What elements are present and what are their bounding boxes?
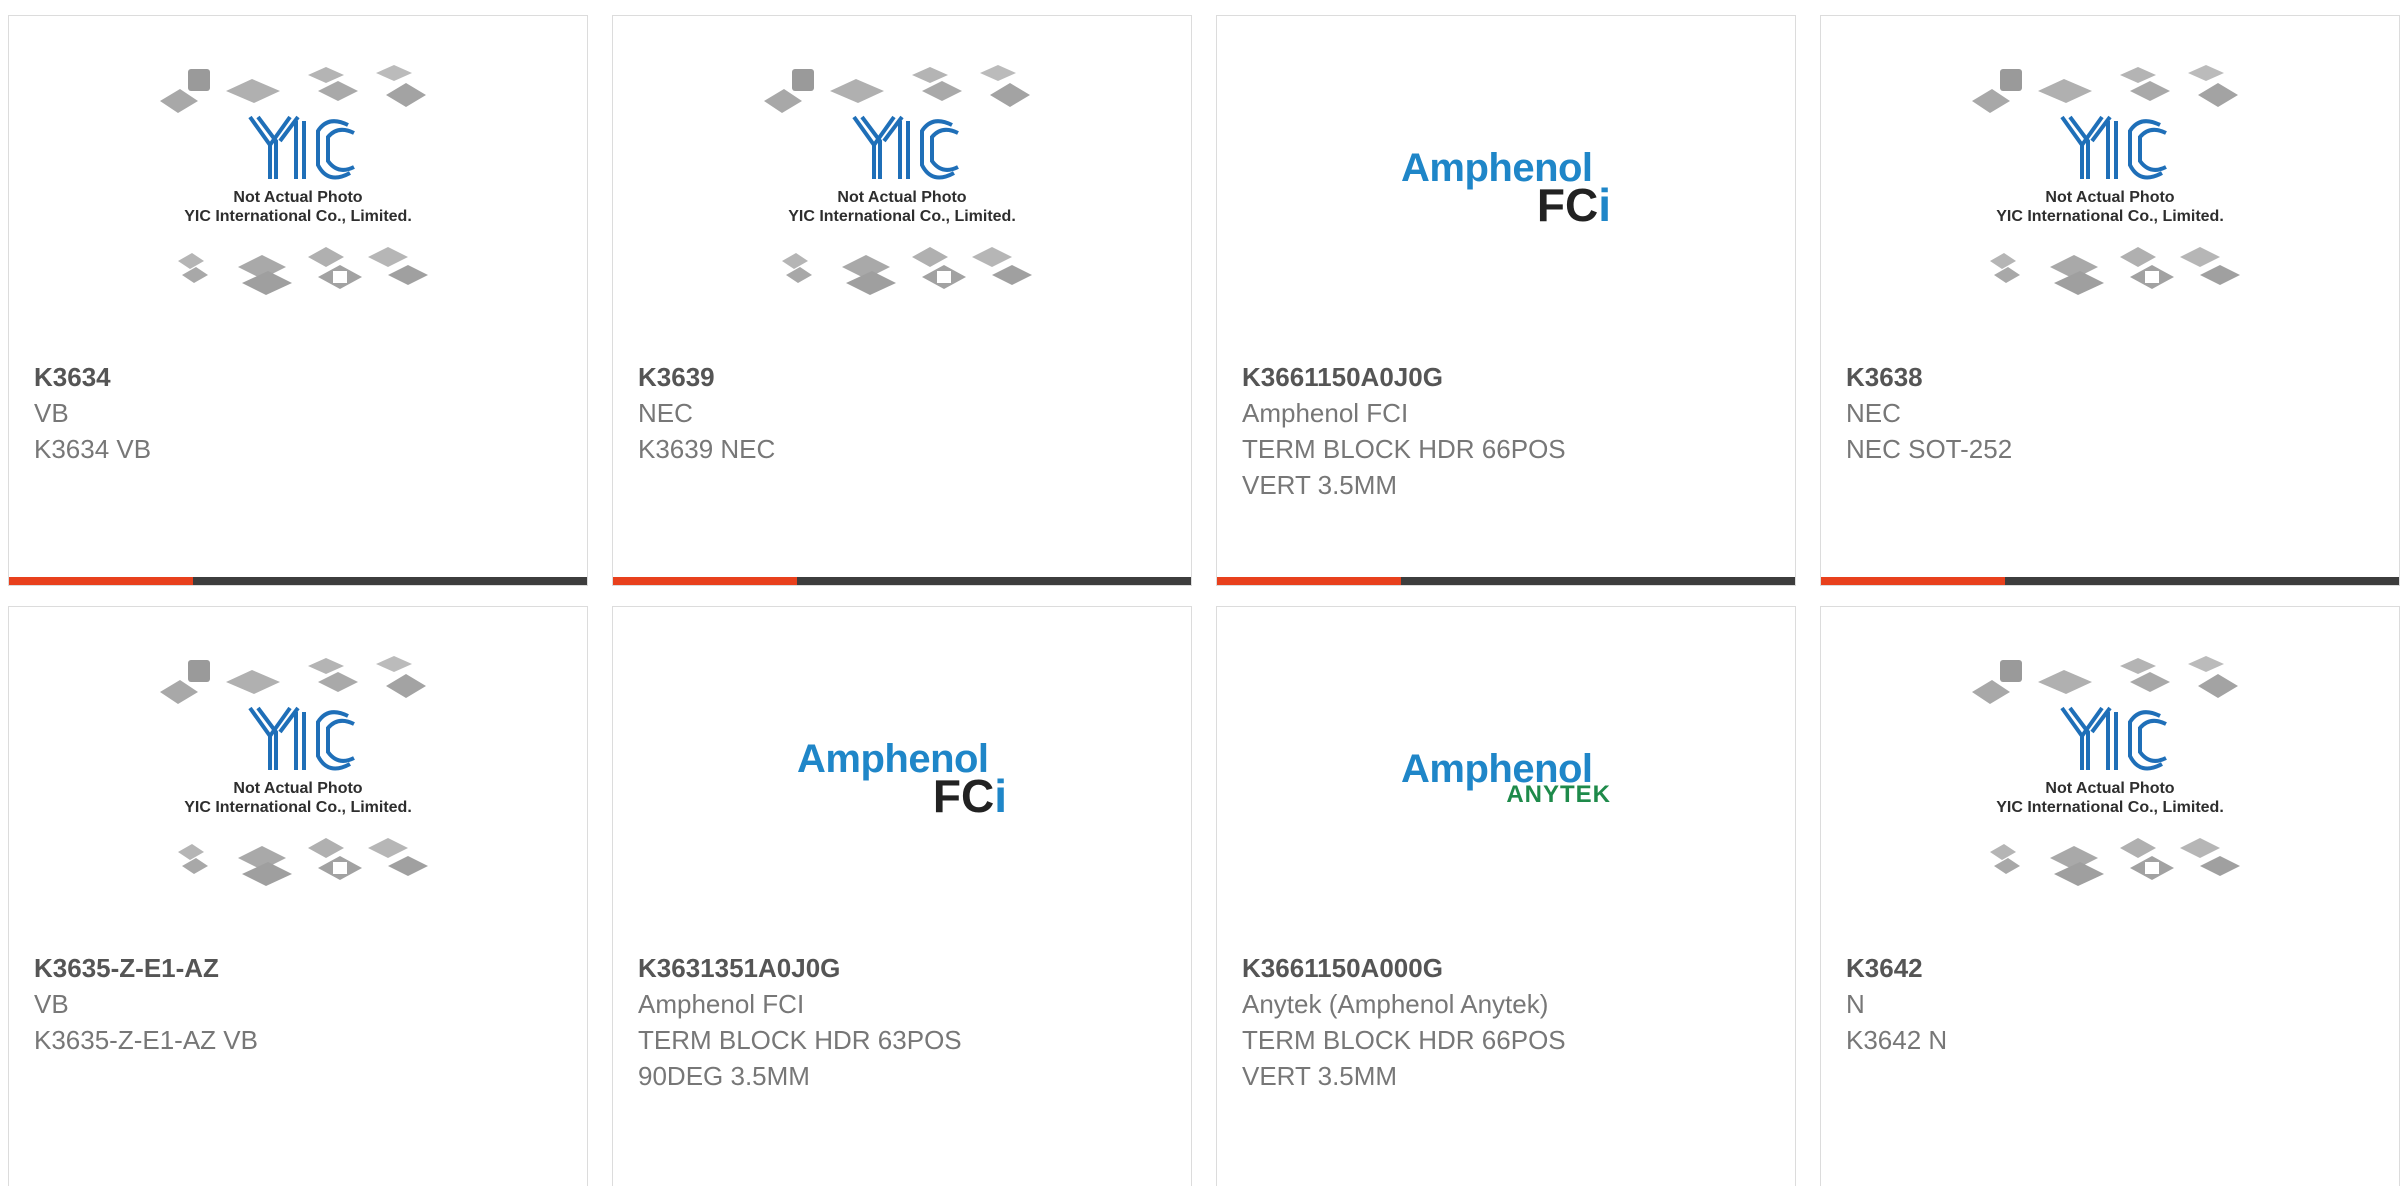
manufacturer: NEC bbox=[638, 398, 693, 428]
chip-packages-graphic bbox=[1972, 656, 2240, 886]
part-number[interactable]: K3631351A0J0G bbox=[638, 950, 1171, 986]
manufacturer: NEC bbox=[1846, 398, 1901, 428]
placeholder-image: Not Actual Photo YIC International Co., … bbox=[158, 61, 438, 311]
placeholder-caption-2: YIC International Co., Limited. bbox=[184, 799, 412, 816]
part-number[interactable]: K3661150A000G bbox=[1242, 950, 1775, 986]
card-accent bbox=[613, 577, 797, 585]
product-grid: Not Actual Photo YIC International Co., … bbox=[0, 0, 2400, 1186]
product-card[interactable]: Amphenol ANYTEK K3661150A000G Anytek (Am… bbox=[1216, 606, 1796, 1186]
manufacturer: Amphenol FCI bbox=[638, 989, 805, 1019]
product-thumbnail[interactable]: Not Actual Photo YIC International Co., … bbox=[9, 16, 587, 356]
chip-packages-graphic bbox=[160, 656, 428, 886]
placeholder-caption-1: Not Actual Photo bbox=[2045, 189, 2175, 206]
chip-packages-graphic bbox=[1972, 65, 2240, 295]
card-bottom-bar bbox=[1821, 577, 2399, 585]
card-bottom-bar bbox=[613, 577, 1191, 585]
part-number[interactable]: K3635-Z-E1-AZ bbox=[34, 950, 567, 986]
part-number[interactable]: K3634 bbox=[34, 359, 567, 395]
product-thumbnail[interactable]: Amphenol ANYTEK bbox=[1217, 607, 1795, 947]
chip-packages-graphic bbox=[160, 65, 428, 295]
product-card[interactable]: Amphenol FCi K3631351A0J0G Amphenol FCI … bbox=[612, 606, 1192, 1186]
part-number[interactable]: K3661150A0J0G bbox=[1242, 359, 1775, 395]
placeholder-caption-1: Not Actual Photo bbox=[2045, 780, 2175, 797]
product-thumbnail[interactable]: Not Actual Photo YIC International Co., … bbox=[1821, 607, 2399, 947]
placeholder-caption-1: Not Actual Photo bbox=[233, 780, 363, 797]
product-thumbnail[interactable]: Not Actual Photo YIC International Co., … bbox=[1821, 16, 2399, 356]
manufacturer: Amphenol FCI bbox=[1242, 398, 1409, 428]
amphenol-fci-logo: Amphenol FCi bbox=[1401, 147, 1611, 231]
product-info: K3635-Z-E1-AZ VB K3635-Z-E1-AZ VB bbox=[34, 950, 567, 1058]
part-number[interactable]: K3639 bbox=[638, 359, 1171, 395]
card-accent bbox=[1821, 577, 2005, 585]
product-card[interactable]: Not Actual Photo YIC International Co., … bbox=[1820, 15, 2400, 586]
product-thumbnail[interactable]: Amphenol FCi bbox=[613, 607, 1191, 947]
logo-fci-text: FCi bbox=[932, 770, 1007, 822]
card-accent bbox=[9, 577, 193, 585]
chip-packages-graphic bbox=[764, 65, 1032, 295]
part-number[interactable]: K3642 bbox=[1846, 950, 2379, 986]
amphenol-fci-logo: Amphenol FCi bbox=[797, 738, 1007, 822]
description: K3642 N bbox=[1846, 1025, 1948, 1055]
product-card[interactable]: Not Actual Photo YIC International Co., … bbox=[1820, 606, 2400, 1186]
product-info: K3661150A0J0G Amphenol FCI TERM BLOCK HD… bbox=[1242, 359, 1775, 503]
product-thumbnail[interactable]: Amphenol FCi bbox=[1217, 16, 1795, 356]
part-number[interactable]: K3638 bbox=[1846, 359, 2379, 395]
product-info: K3634 VB K3634 VB bbox=[34, 359, 567, 467]
product-info: K3639 NEC K3639 NEC bbox=[638, 359, 1171, 467]
placeholder-caption-1: Not Actual Photo bbox=[233, 189, 363, 206]
manufacturer: Anytek (Amphenol Anytek) bbox=[1242, 989, 1549, 1019]
placeholder-image: Not Actual Photo YIC International Co., … bbox=[1970, 61, 2250, 311]
manufacturer: VB bbox=[34, 989, 69, 1019]
product-thumbnail[interactable]: Not Actual Photo YIC International Co., … bbox=[613, 16, 1191, 356]
description: TERM BLOCK HDR 63POS bbox=[638, 1025, 962, 1055]
card-bottom-bar bbox=[9, 577, 587, 585]
placeholder-image: Not Actual Photo YIC International Co., … bbox=[1970, 652, 2250, 902]
placeholder-image: Not Actual Photo YIC International Co., … bbox=[762, 61, 1042, 311]
product-info: K3642 N K3642 N bbox=[1846, 950, 2379, 1058]
description: K3639 NEC bbox=[638, 434, 776, 464]
placeholder-caption-2: YIC International Co., Limited. bbox=[788, 208, 1016, 225]
description: VERT 3.5MM bbox=[1242, 1061, 1398, 1091]
card-bottom-bar bbox=[1217, 577, 1795, 585]
description: NEC SOT-252 bbox=[1846, 434, 2013, 464]
manufacturer: N bbox=[1846, 989, 1865, 1019]
description: VERT 3.5MM bbox=[1242, 470, 1398, 500]
description: 90DEG 3.5MM bbox=[638, 1061, 810, 1091]
product-card[interactable]: Not Actual Photo YIC International Co., … bbox=[8, 15, 588, 586]
description: TERM BLOCK HDR 66POS bbox=[1242, 1025, 1566, 1055]
product-info: K3661150A000G Anytek (Amphenol Anytek) T… bbox=[1242, 950, 1775, 1094]
description: K3634 VB bbox=[34, 434, 152, 464]
product-info: K3638 NEC NEC SOT-252 bbox=[1846, 359, 2379, 467]
placeholder-caption-1: Not Actual Photo bbox=[837, 189, 967, 206]
product-info: K3631351A0J0G Amphenol FCI TERM BLOCK HD… bbox=[638, 950, 1171, 1094]
product-thumbnail[interactable]: Not Actual Photo YIC International Co., … bbox=[9, 607, 587, 947]
placeholder-caption-2: YIC International Co., Limited. bbox=[184, 208, 412, 225]
description: TERM BLOCK HDR 66POS bbox=[1242, 434, 1566, 464]
placeholder-caption-2: YIC International Co., Limited. bbox=[1996, 208, 2224, 225]
placeholder-caption-2: YIC International Co., Limited. bbox=[1996, 799, 2224, 816]
description: K3635-Z-E1-AZ VB bbox=[34, 1025, 258, 1055]
product-card[interactable]: Amphenol FCi K3661150A0J0G Amphenol FCI … bbox=[1216, 15, 1796, 586]
product-card[interactable]: Not Actual Photo YIC International Co., … bbox=[612, 15, 1192, 586]
logo-fci-text: FCi bbox=[1536, 179, 1611, 231]
placeholder-image: Not Actual Photo YIC International Co., … bbox=[158, 652, 438, 902]
product-card[interactable]: Not Actual Photo YIC International Co., … bbox=[8, 606, 588, 1186]
card-accent bbox=[1217, 577, 1401, 585]
amphenol-anytek-logo: Amphenol ANYTEK bbox=[1401, 748, 1611, 807]
manufacturer: VB bbox=[34, 398, 69, 428]
